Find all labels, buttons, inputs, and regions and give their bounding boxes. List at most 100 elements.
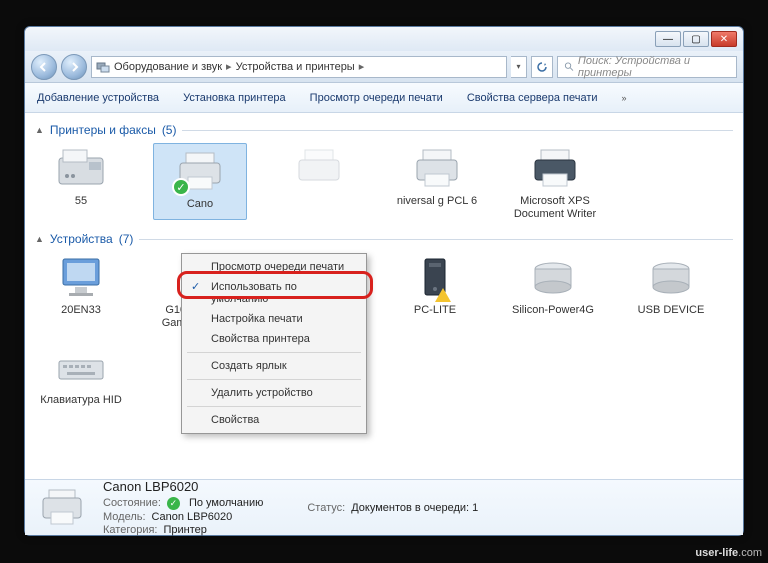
- search-placeholder: Поиск: Устройства и принтеры: [578, 55, 730, 79]
- search-input[interactable]: Поиск: Устройства и принтеры: [557, 56, 737, 78]
- device-item-selected[interactable]: ✓ Cano: [153, 143, 247, 220]
- item-label: 20EN33: [61, 304, 101, 317]
- refresh-icon: [536, 61, 548, 73]
- toolbar-view-queue[interactable]: Просмотр очереди печати: [298, 92, 455, 104]
- group-count: (7): [119, 232, 134, 246]
- printers-grid: 55 ✓ Cano niversal g PCL 6: [35, 143, 733, 220]
- item-label: PC-LITE: [414, 304, 456, 317]
- device-item[interactable]: Microsoft XPS Document Writer: [509, 143, 601, 220]
- details-label: Состояние:: [103, 497, 161, 510]
- group-title: Устройства: [50, 232, 113, 246]
- printer-icon: [525, 143, 585, 193]
- details-status-col: Статус: Документов в очереди: 1: [307, 502, 478, 514]
- watermark-tld: .com: [738, 547, 762, 559]
- chevron-right-icon: ▸: [226, 60, 232, 73]
- check-icon: ✓: [191, 280, 200, 293]
- collapse-icon: ▲: [35, 234, 44, 244]
- watermark: user-life.com: [695, 547, 762, 559]
- devices-icon: [96, 60, 110, 74]
- details-value: По умолчанию: [189, 497, 263, 510]
- divider: [182, 130, 733, 131]
- group-count: (5): [162, 123, 177, 137]
- device-item[interactable]: Клавиатура HID: [35, 342, 127, 407]
- breadcrumb-item[interactable]: Устройства и принтеры: [236, 61, 355, 73]
- separator: [187, 352, 361, 353]
- printer-icon: [407, 143, 467, 193]
- item-label: Cano: [187, 198, 213, 211]
- details-value: Принтер: [163, 524, 206, 536]
- toolbar-install-printer[interactable]: Установка принтера: [171, 92, 298, 104]
- item-label: Silicon-Power4G: [512, 304, 594, 317]
- breadcrumb-dropdown[interactable]: ▾: [511, 56, 527, 78]
- menu-label: Использовать по умолчанию: [211, 281, 297, 305]
- device-item[interactable]: niversal g PCL 6: [391, 143, 483, 220]
- refresh-button[interactable]: [531, 56, 553, 78]
- details-main-col: Canon LBP6020 Состояние: ✓ По умолчанию …: [103, 479, 263, 536]
- breadcrumb[interactable]: Оборудование и звук ▸ Устройства и принт…: [91, 56, 507, 78]
- arrow-right-icon: [69, 62, 79, 72]
- menu-print-settings[interactable]: Настройка печати: [185, 309, 363, 329]
- fax-icon: [51, 143, 111, 193]
- warning-icon: [435, 288, 451, 302]
- toolbar-overflow[interactable]: »: [610, 93, 639, 103]
- separator: [187, 406, 361, 407]
- details-value: Документов в очереди: 1: [351, 502, 478, 514]
- device-item[interactable]: Silicon-Power4G: [507, 252, 599, 329]
- search-icon: [564, 61, 574, 72]
- watermark-brand: user-life: [695, 547, 738, 559]
- details-label: Модель:: [103, 511, 146, 523]
- content-area: ▲ Принтеры и факсы (5) 55 ✓ Cano: [25, 113, 743, 479]
- menu-properties[interactable]: Свойства: [185, 410, 363, 430]
- details-value: Canon LBP6020: [152, 511, 233, 523]
- device-item[interactable]: USB DEVICE: [625, 252, 717, 329]
- details-pane: Canon LBP6020 Состояние: ✓ По умолчанию …: [25, 479, 743, 535]
- details-label: Категория:: [103, 524, 157, 536]
- device-item[interactable]: [273, 143, 365, 220]
- nav-bar: Оборудование и звук ▸ Устройства и принт…: [25, 51, 743, 83]
- back-button[interactable]: [31, 54, 57, 80]
- details-name: Canon LBP6020: [103, 479, 263, 494]
- divider: [139, 239, 733, 240]
- keyboard-icon: [51, 342, 111, 392]
- group-title: Принтеры и факсы: [50, 123, 156, 137]
- item-label: USB DEVICE: [638, 304, 705, 317]
- menu-printer-props[interactable]: Свойства принтера: [185, 329, 363, 349]
- device-item[interactable]: PC-LITE: [389, 252, 481, 329]
- device-item[interactable]: 55: [35, 143, 127, 220]
- group-header-printers[interactable]: ▲ Принтеры и факсы (5): [35, 123, 733, 137]
- maximize-button[interactable]: ▢: [683, 31, 709, 47]
- collapse-icon: ▲: [35, 125, 44, 135]
- separator: [187, 379, 361, 380]
- menu-remove-device[interactable]: Удалить устройство: [185, 383, 363, 403]
- menu-view-queue[interactable]: Просмотр очереди печати: [185, 257, 363, 277]
- chevron-right-icon: ▸: [359, 60, 365, 73]
- titlebar: — ▢ ✕: [25, 27, 743, 51]
- check-icon: ✓: [167, 497, 180, 510]
- item-label: Клавиатура HID: [40, 394, 122, 407]
- printer-icon: ✓: [170, 146, 230, 196]
- item-label: Microsoft XPS Document Writer: [509, 195, 601, 220]
- default-check-icon: ✓: [172, 178, 190, 196]
- group-header-devices[interactable]: ▲ Устройства (7): [35, 232, 733, 246]
- arrow-left-icon: [39, 62, 49, 72]
- forward-button[interactable]: [61, 54, 87, 80]
- context-menu: Просмотр очереди печати ✓ Использовать п…: [181, 253, 367, 434]
- explorer-window: — ▢ ✕ Оборудование и звук ▸ Устройства и…: [24, 26, 744, 536]
- printer-icon: [289, 143, 349, 193]
- toolbar-add-device[interactable]: Добавление устройства: [25, 92, 171, 104]
- printer-icon: [35, 486, 89, 530]
- device-item[interactable]: 20EN33: [35, 252, 127, 329]
- toolbar-server-props[interactable]: Свойства сервера печати: [455, 92, 610, 104]
- item-label: 55: [75, 195, 87, 208]
- details-label: Статус:: [307, 502, 345, 514]
- close-button[interactable]: ✕: [711, 31, 737, 47]
- breadcrumb-item[interactable]: Оборудование и звук: [114, 61, 222, 73]
- menu-create-shortcut[interactable]: Создать ярлык: [185, 356, 363, 376]
- computer-icon: [405, 252, 465, 302]
- drive-icon: [641, 252, 701, 302]
- menu-set-default[interactable]: ✓ Использовать по умолчанию: [185, 277, 363, 309]
- toolbar: Добавление устройства Установка принтера…: [25, 83, 743, 113]
- drive-icon: [523, 252, 583, 302]
- minimize-button[interactable]: —: [655, 31, 681, 47]
- item-label: niversal g PCL 6: [397, 195, 477, 208]
